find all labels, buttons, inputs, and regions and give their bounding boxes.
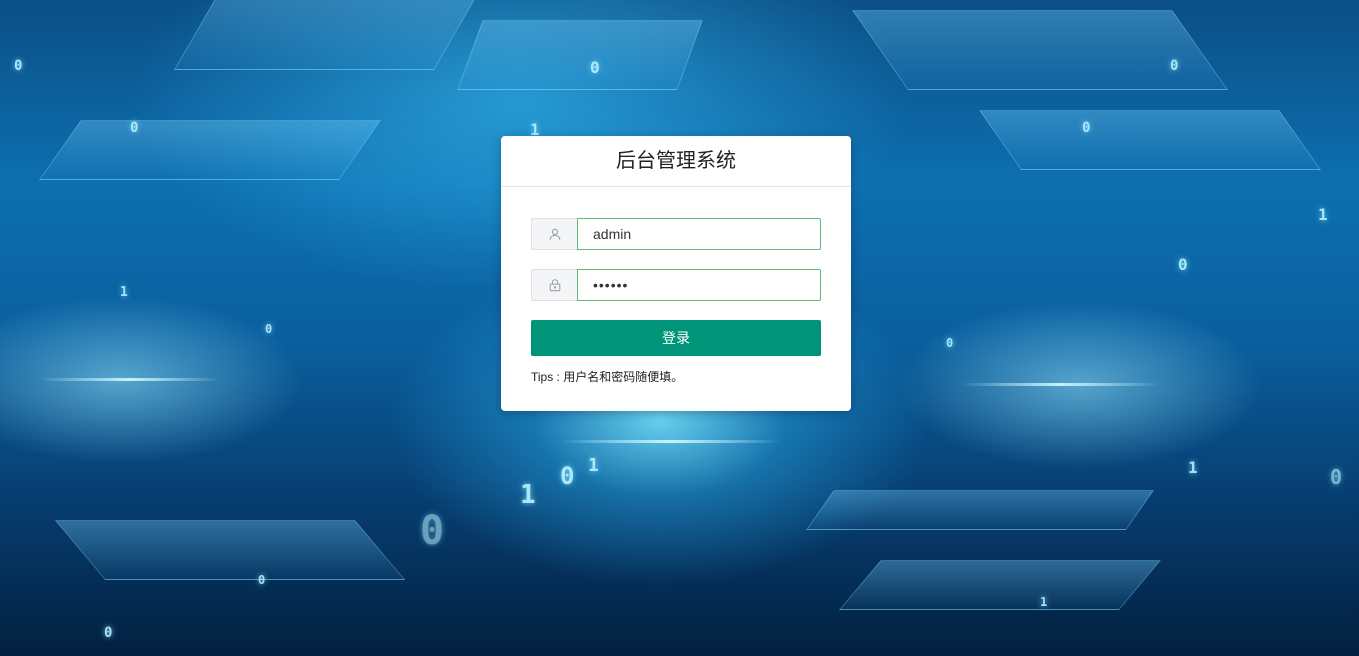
light-streak	[560, 440, 780, 443]
login-form: 登录 Tips : 用户名和密码随便填。	[501, 187, 851, 385]
username-input[interactable]	[577, 218, 821, 250]
tips-text: Tips : 用户名和密码随便填。	[531, 370, 684, 384]
bg-digit: 0	[1178, 255, 1188, 274]
bg-digit: 1	[1188, 458, 1198, 477]
login-button[interactable]: 登录	[531, 320, 821, 356]
bg-digit: 0	[946, 336, 954, 350]
bg-digit: 1	[588, 455, 599, 476]
bg-digit: 0	[265, 322, 273, 336]
bg-digit: 0	[560, 462, 575, 490]
bg-digit: 0	[1170, 58, 1179, 74]
bg-digit: 0	[14, 58, 23, 74]
bg-panel	[805, 490, 1155, 530]
bg-digit: 0	[1082, 120, 1091, 136]
lock-icon	[531, 269, 577, 301]
bg-digit: 0	[104, 625, 113, 641]
bg-panel	[851, 10, 1229, 90]
password-row	[531, 269, 821, 301]
bg-digit: 1	[120, 285, 128, 300]
login-card: 后台管理系统 登录 Tips : 用户名和密码随便填。	[501, 136, 851, 411]
bg-digit: 0	[420, 508, 445, 554]
login-title: 后台管理系统	[501, 136, 851, 187]
light-streak	[960, 383, 1160, 386]
password-input[interactable]	[577, 269, 821, 301]
bg-panel	[457, 20, 703, 90]
user-icon	[531, 218, 577, 250]
bg-digit: 1	[520, 480, 536, 510]
light-streak	[40, 378, 220, 381]
bg-panel	[38, 120, 382, 180]
username-row	[531, 218, 821, 250]
bg-panel	[174, 0, 486, 70]
bg-digit: 1	[1040, 595, 1048, 609]
bg-digit: 0	[130, 120, 139, 136]
bg-digit: 0	[1330, 465, 1343, 489]
bg-panel	[978, 110, 1322, 170]
bg-digit: 0	[590, 58, 600, 77]
bg-panel	[54, 520, 406, 580]
bg-digit: 0	[258, 573, 266, 587]
bg-panel	[839, 560, 1161, 610]
bg-digit: 1	[1318, 205, 1328, 224]
